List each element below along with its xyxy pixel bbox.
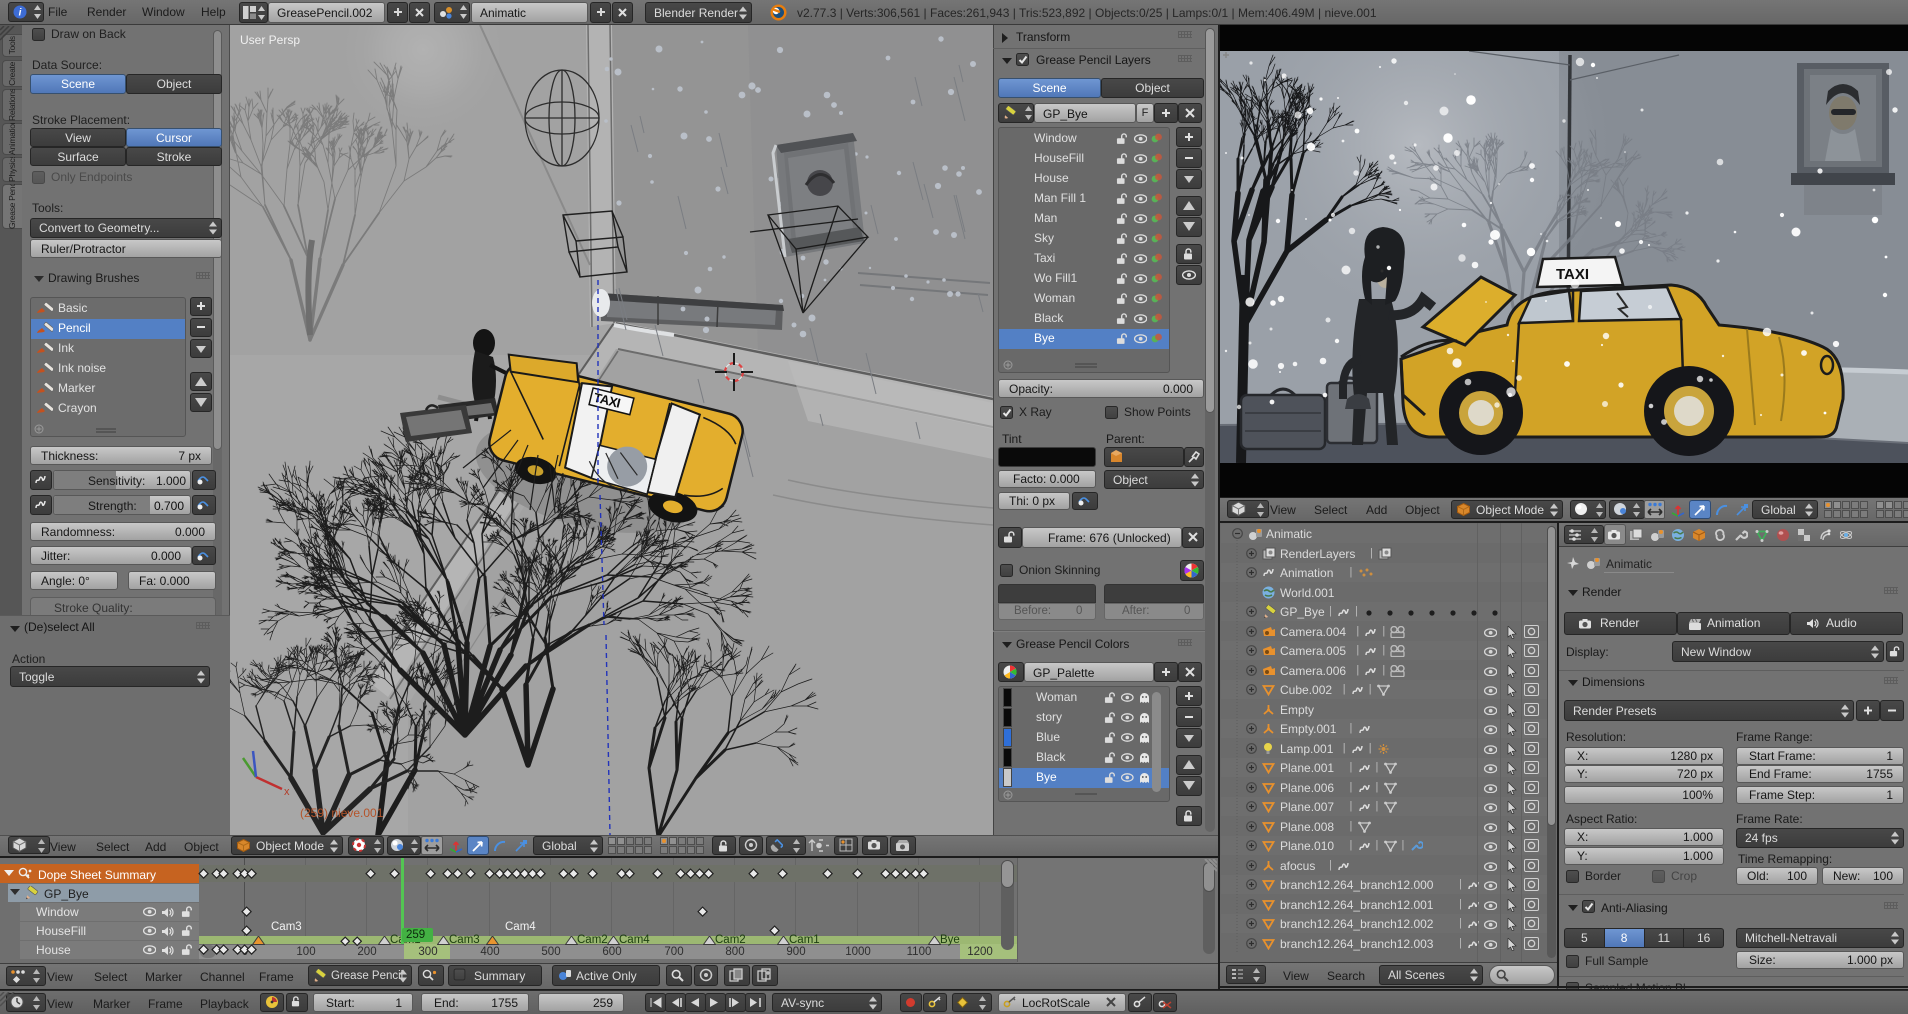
svg-text:i: i bbox=[19, 8, 22, 19]
svg-text:(259) nieve.001: (259) nieve.001 bbox=[300, 806, 384, 820]
svg-text:User Persp: User Persp bbox=[240, 33, 300, 47]
svg-text:x: x bbox=[284, 786, 290, 798]
